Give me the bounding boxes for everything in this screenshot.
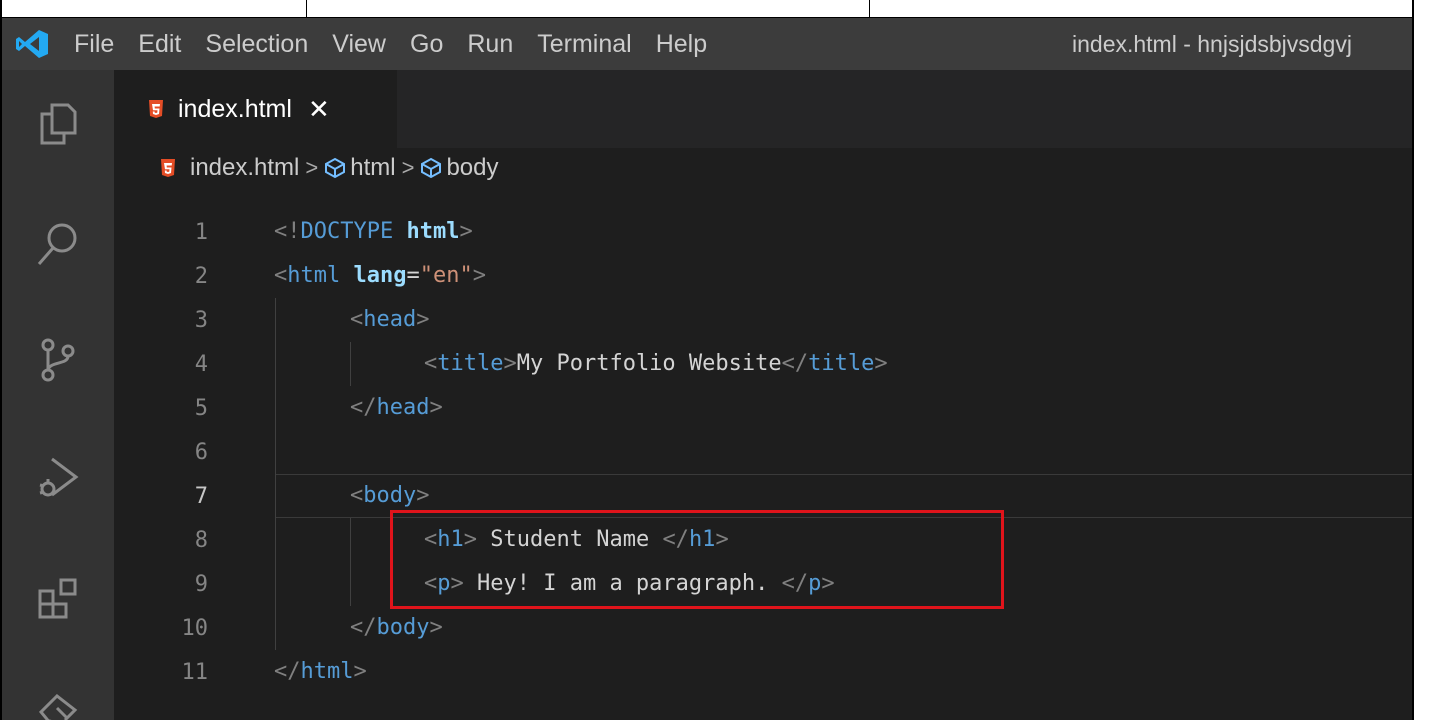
html-file-icon [161,159,175,177]
annotation-highlight-box [390,510,1004,609]
tab-index-html[interactable]: index.html ✕ [114,70,397,148]
line-number: 5 [194,395,208,421]
line-number: 2 [194,263,208,289]
menu-view[interactable]: View [320,18,398,70]
table-cell-divider [306,0,307,18]
code-line: 10 </body> [114,606,1412,650]
breadcrumb-body[interactable]: body [420,154,499,182]
line-number: 3 [194,307,208,333]
html-file-icon [149,100,163,118]
line-number: 1 [194,219,208,245]
symbol-element-icon [421,157,442,179]
code-line: 4 <title>My Portfolio Website</title> [114,342,1412,386]
code-line: 2 <html lang="en"> [114,254,1412,298]
symbol-element-icon [325,157,346,179]
document-top-strip [0,0,1435,18]
menu-edit[interactable]: Edit [126,18,193,70]
vscode-logo-icon [2,18,62,70]
document-border [0,0,2,720]
code-line: 11 </html> [114,650,1412,694]
remote-explorer-icon[interactable] [26,678,90,720]
line-number: 7 [194,483,208,509]
document-margin [1414,0,1435,720]
close-icon[interactable]: ✕ [308,96,330,122]
line-code: <html lang="en"> [274,263,486,288]
menu-go[interactable]: Go [398,18,455,70]
code-line: 5 </head> [114,386,1412,430]
explorer-icon[interactable] [26,92,90,156]
line-number: 10 [181,615,209,641]
breadcrumb-html-label: html [350,154,396,181]
code-editor[interactable]: 1 <!DOCTYPE html> 2 <html lang="en"> 3 <… [114,188,1412,720]
menu-file[interactable]: File [62,18,126,70]
line-code: </head> [350,395,443,420]
breadcrumb-file[interactable]: index.html [160,154,299,182]
code-line: 3 <head> [114,298,1412,342]
code-line: 6 [114,430,1412,474]
breadcrumb-body-label: body [446,154,499,181]
line-code: </body> [350,615,443,640]
menu-bar: File Edit Selection View Go Run Terminal… [62,18,719,70]
line-code: <head> [350,307,430,332]
tab-bar: index.html ✕ [114,70,1412,148]
line-number: 6 [194,439,208,465]
window-title: index.html - hnjsjdsbjvsdgvj [1072,31,1352,57]
source-control-icon[interactable] [26,328,90,392]
run-debug-icon[interactable] [26,446,90,510]
breadcrumb: index.html > html > body [114,148,1412,188]
activity-bar [2,70,114,720]
code-line: 1 <!DOCTYPE html> [114,210,1412,254]
chevron-right-icon: > [401,155,415,180]
menu-terminal[interactable]: Terminal [525,18,643,70]
line-code: <title>My Portfolio Website</title> [424,351,888,376]
menu-selection[interactable]: Selection [193,18,320,70]
breadcrumb-html[interactable]: html [324,154,396,182]
chevron-right-icon: > [305,155,319,180]
search-icon[interactable] [26,212,90,276]
line-number: 9 [194,571,208,597]
menu-help[interactable]: Help [644,18,719,70]
line-number: 8 [194,527,208,553]
line-code: <!DOCTYPE html> [274,219,473,244]
extensions-icon[interactable] [26,566,90,630]
line-code: </html> [274,659,367,684]
table-cell-divider [869,0,870,18]
menu-run[interactable]: Run [455,18,525,70]
breadcrumb-file-label: index.html [190,154,300,181]
tab-label: index.html [178,94,292,123]
title-bar: File Edit Selection View Go Run Terminal… [2,18,1412,70]
vscode-window: File Edit Selection View Go Run Terminal… [2,18,1412,720]
line-number: 4 [194,351,208,377]
line-number: 11 [181,659,209,685]
